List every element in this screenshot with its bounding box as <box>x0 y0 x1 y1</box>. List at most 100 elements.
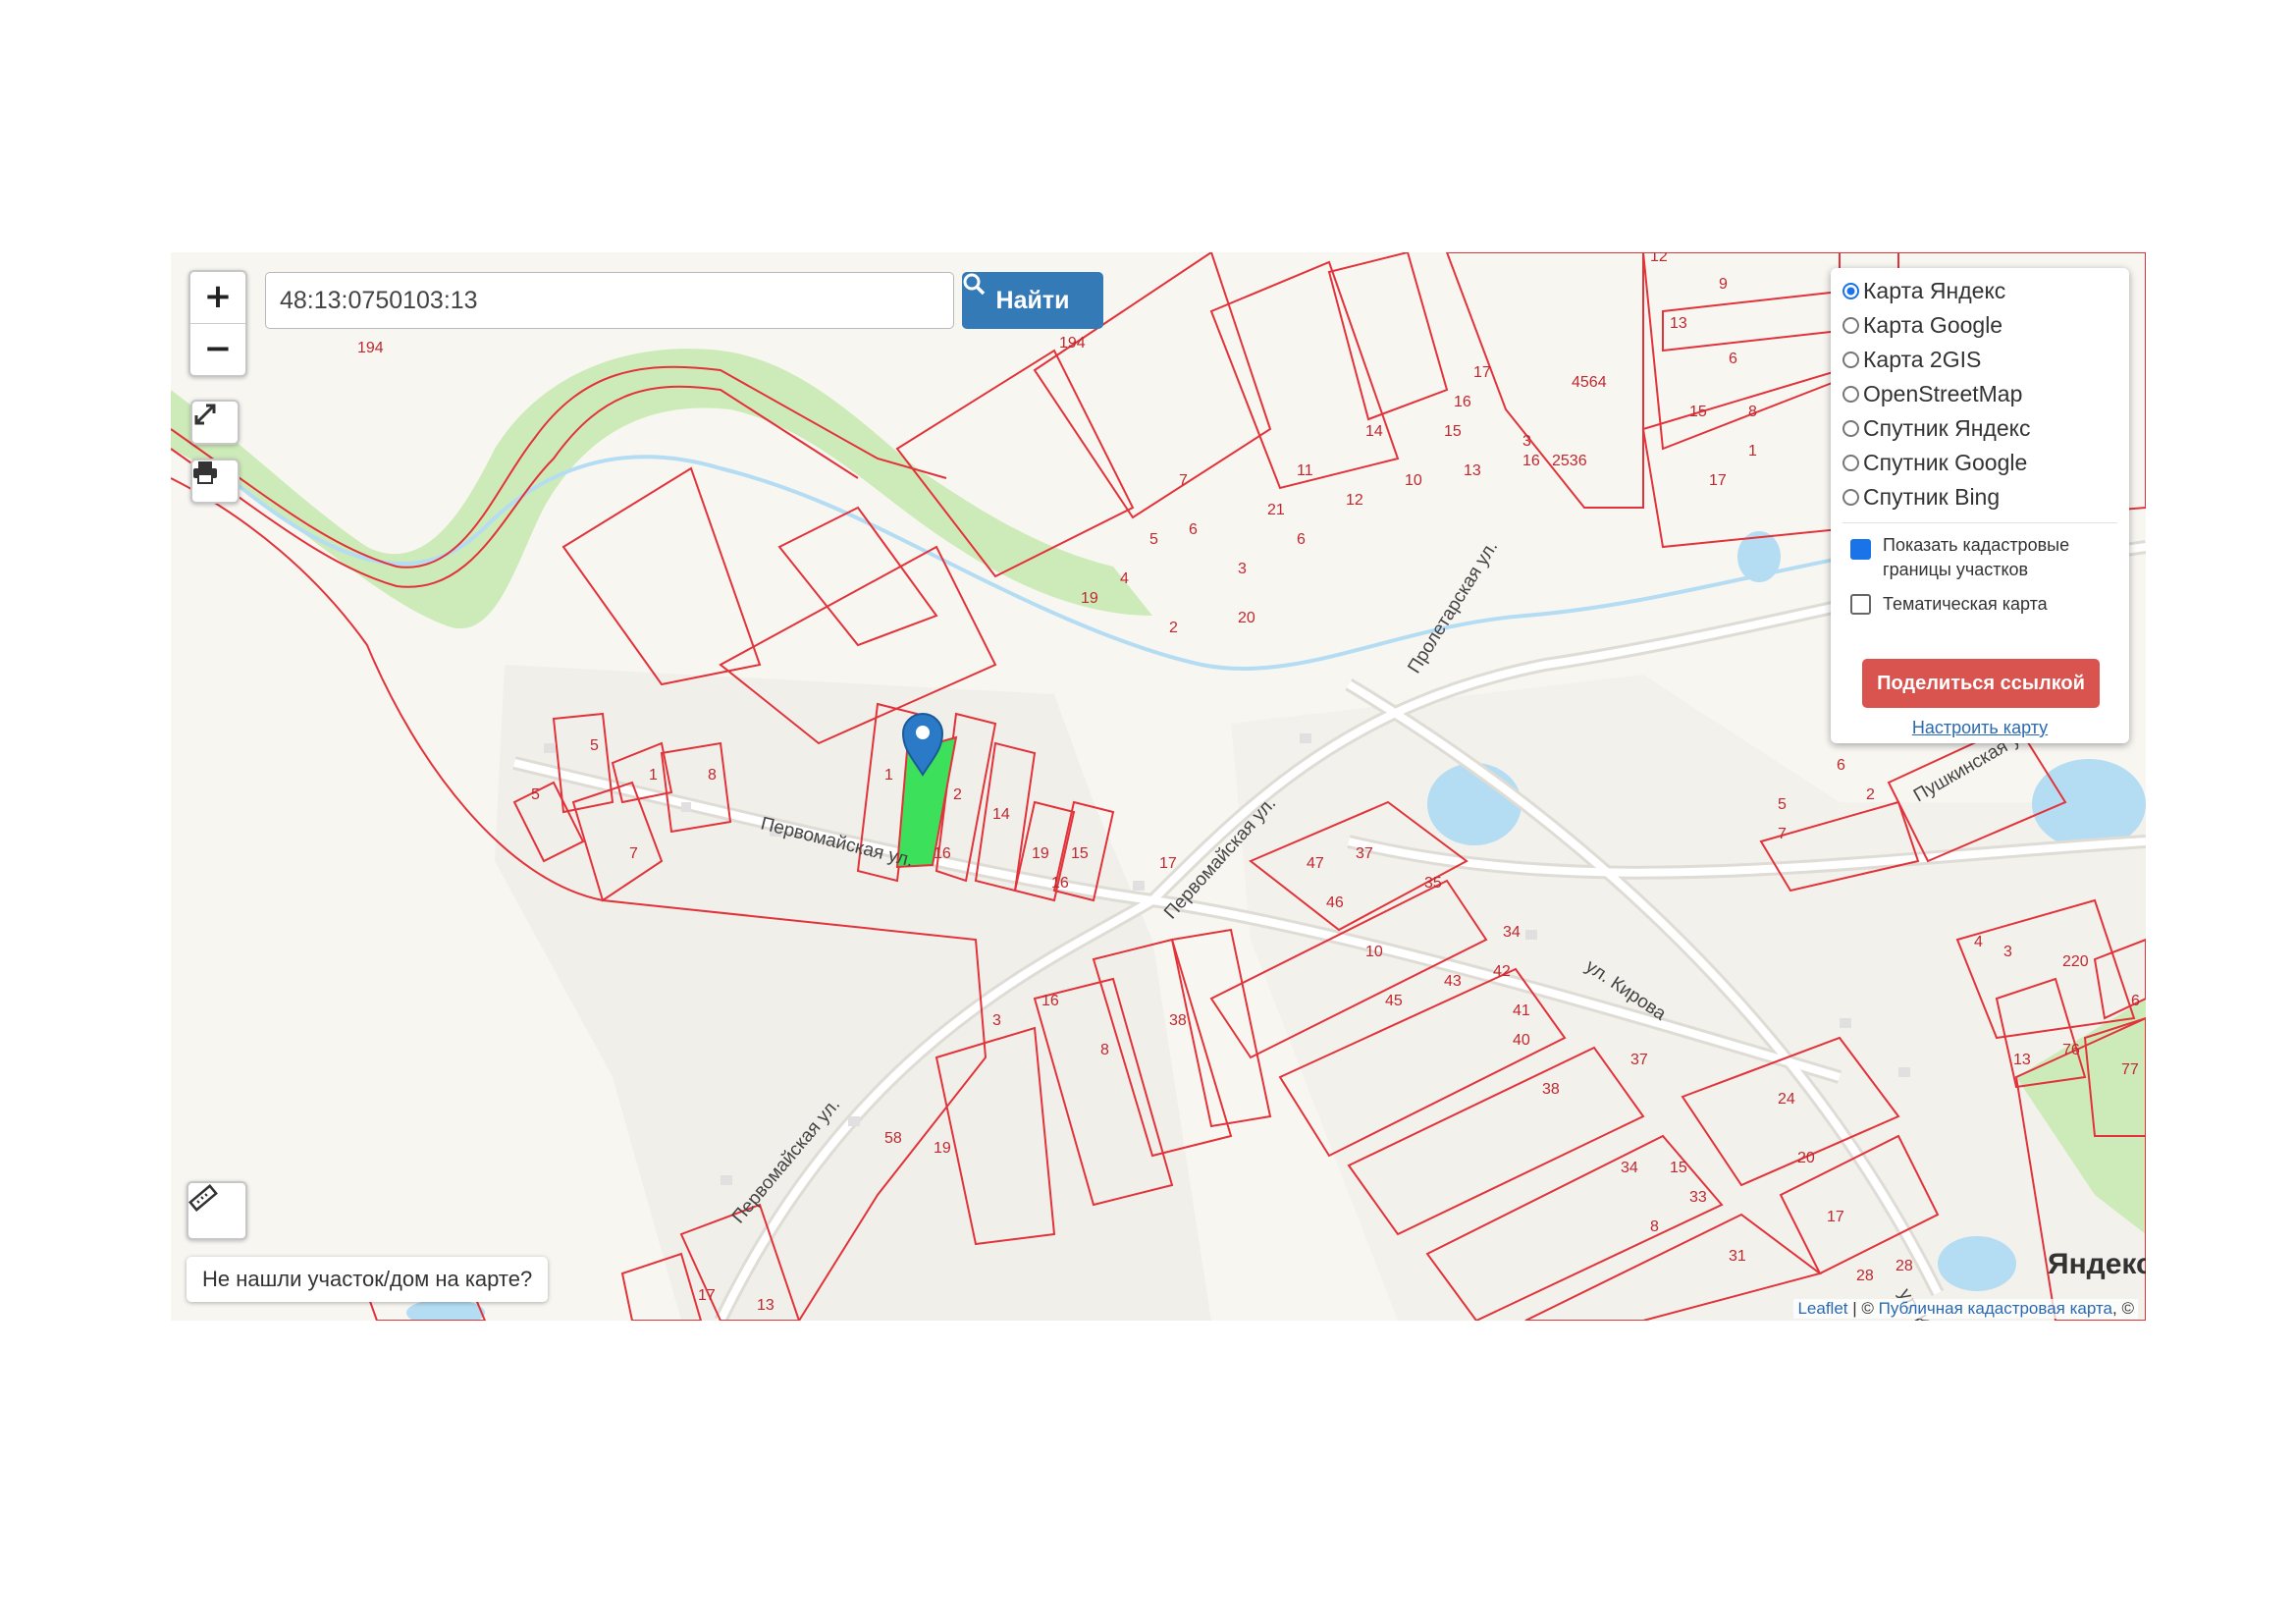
layer-option-bing-satellite[interactable]: Спутник Bing <box>1831 480 2129 514</box>
parcel-label: 17 <box>1473 364 1491 381</box>
parcel-label: 16 <box>1041 993 1059 1009</box>
parcel-label: 6 <box>1189 521 1198 538</box>
parcel-label: 5 <box>590 737 599 754</box>
parcel-label: 24 <box>1778 1091 1795 1108</box>
zoom-out-button[interactable]: − <box>190 324 245 375</box>
layer-option-yandex-satellite[interactable]: Спутник Яндекс <box>1831 411 2129 446</box>
parcel-label: 76 <box>2062 1042 2080 1058</box>
parcel-label: 6 <box>1729 351 1737 367</box>
layer-option-google-map[interactable]: Карта Google <box>1831 308 2129 343</box>
map-attribution: Leaflet | © Публичная кадастровая карта,… <box>1793 1299 2138 1319</box>
find-button[interactable]: Найти <box>962 272 1103 329</box>
street-label: Пролетарская ул. <box>1404 537 1502 677</box>
parcel-label: 4564 <box>1572 374 1607 391</box>
parcel-label: 34 <box>1503 924 1521 941</box>
parcel-label: 12 <box>1346 492 1363 509</box>
parcel-label: 20 <box>1238 610 1255 626</box>
parcel-label: 8 <box>1100 1042 1109 1058</box>
checkbox-icon <box>1850 594 1871 615</box>
parcel-label: 13 <box>1464 462 1481 479</box>
parcel-label: 35 <box>1424 875 1442 892</box>
parcel-label: 17 <box>1159 855 1177 872</box>
layer-option-label: Карта Яндекс <box>1863 278 2006 303</box>
parcel-label: 3 <box>992 1012 1001 1029</box>
layer-option-label: OpenStreetMap <box>1863 381 2023 406</box>
parcel-label: 2 <box>1169 620 1178 636</box>
thematic-map-toggle[interactable]: Тематическая карта <box>1831 594 2129 615</box>
parcel-label: 1 <box>1748 443 1757 460</box>
parcel-label: 8 <box>1650 1218 1659 1235</box>
parcel-label: 10 <box>1365 944 1383 960</box>
parcel-label: 45 <box>1385 993 1403 1009</box>
layer-option-label: Спутник Яндекс <box>1863 415 2031 441</box>
parcel-label: 15 <box>1689 404 1707 420</box>
map-view[interactable]: 194 194 12 9 13 6 15 8 1 17 4564 2536 3 … <box>171 252 2146 1321</box>
parcel-label: 38 <box>1542 1081 1560 1098</box>
parcel-label: 5 <box>1778 796 1787 813</box>
parcel-label: 17 <box>698 1287 716 1304</box>
layer-option-yandex-map[interactable]: Карта Яндекс <box>1831 274 2129 308</box>
thematic-map-label: Тематическая карта <box>1883 594 2048 614</box>
parcel-label: 8 <box>1748 404 1757 420</box>
parcel-label: 20 <box>1797 1150 1815 1166</box>
search-icon <box>963 273 986 296</box>
cadastral-map-link[interactable]: Публичная кадастровая карта <box>1879 1299 2112 1318</box>
layer-switcher-panel: Карта Яндекс Карта Google Карта 2GIS Ope… <box>1831 268 2129 743</box>
search-input[interactable] <box>265 272 954 329</box>
parcel-label: 42 <box>1493 963 1511 980</box>
layer-option-label: Карта Google <box>1863 312 2003 338</box>
not-found-button[interactable]: Не нашли участок/дом на карте? <box>187 1257 549 1302</box>
radio-icon <box>1842 317 1859 334</box>
parcel-label: 38 <box>1169 1012 1187 1029</box>
fullscreen-button[interactable] <box>190 400 240 445</box>
parcel-label: 7 <box>629 845 638 862</box>
parcel-label: 6 <box>2131 993 2140 1009</box>
parcel-label: 10 <box>1405 472 1422 489</box>
configure-map-link[interactable]: Настроить карту <box>1831 718 2129 738</box>
parcel-label: 15 <box>1071 845 1089 862</box>
lake <box>1427 763 1522 845</box>
parcel-label: 6 <box>1837 757 1845 774</box>
parcel-label: 15 <box>1670 1160 1687 1176</box>
parcel-label: 1 <box>884 767 893 784</box>
lake <box>406 1299 485 1321</box>
layer-option-label: Карта 2GIS <box>1863 347 1982 372</box>
parcel-label: 5 <box>1149 531 1158 548</box>
layer-option-2gis-map[interactable]: Карта 2GIS <box>1831 343 2129 377</box>
layer-option-openstreetmap[interactable]: OpenStreetMap <box>1831 377 2129 411</box>
parcel-label: 11 <box>1297 462 1313 479</box>
parcel-label: 17 <box>1827 1209 1844 1225</box>
layer-option-google-satellite[interactable]: Спутник Google <box>1831 446 2129 480</box>
cadastral-boundaries-toggle[interactable]: Показать кадастровые границы участков <box>1831 268 2096 582</box>
parcel-label: 194 <box>357 340 384 356</box>
parcel-label: 5 <box>531 786 540 803</box>
print-button[interactable] <box>190 459 240 504</box>
parcel-label: 33 <box>1689 1189 1707 1206</box>
parcel-label: 2536 <box>1552 453 1587 469</box>
parcel-label: 21 <box>1267 502 1285 518</box>
parcel-label: 31 <box>1729 1248 1746 1265</box>
parcel-label: 77 <box>2121 1061 2139 1078</box>
layer-option-label: Спутник Bing <box>1863 484 2001 510</box>
measure-button[interactable] <box>187 1181 247 1240</box>
expand-icon <box>194 404 216 425</box>
parcel-label: 6 <box>1297 531 1306 548</box>
parcel-label: 2 <box>953 786 962 803</box>
parcel-label: 37 <box>1630 1052 1648 1068</box>
leaflet-link[interactable]: Leaflet <box>1797 1299 1847 1318</box>
parcel-label: 1 <box>649 767 658 784</box>
parcel-label: 19 <box>934 1140 951 1157</box>
find-button-label: Найти <box>995 286 1070 314</box>
radio-icon <box>1842 386 1859 403</box>
parcel-label: 4 <box>1120 570 1129 587</box>
parcel-label: 34 <box>1621 1160 1638 1176</box>
parcel-label: 13 <box>1670 315 1687 332</box>
parcel-label: 40 <box>1513 1032 1530 1049</box>
zoom-in-button[interactable]: + <box>190 272 245 324</box>
share-link-button[interactable]: Поделиться ссылкой <box>1862 659 2100 708</box>
parcel-label: 43 <box>1444 973 1462 990</box>
radio-icon <box>1842 489 1859 506</box>
parcel-label: 37 <box>1356 845 1373 862</box>
parcel-label: 58 <box>884 1130 902 1147</box>
parcel-label: 3 <box>1522 433 1531 450</box>
